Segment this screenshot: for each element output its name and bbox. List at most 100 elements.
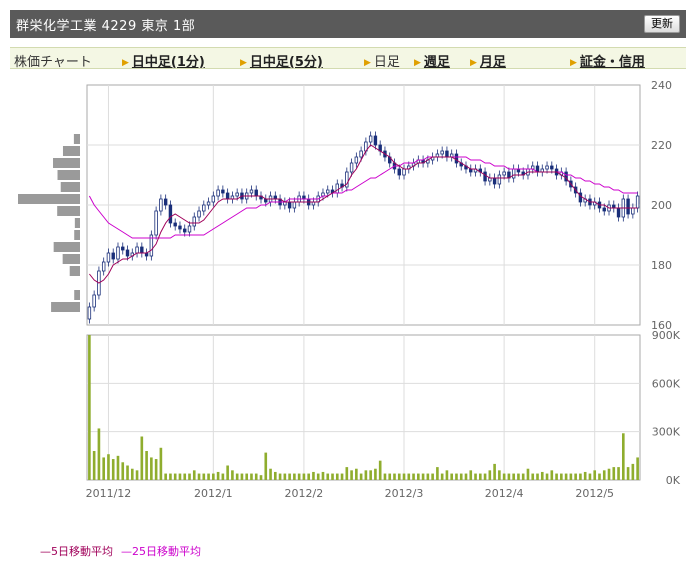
volume-bar <box>626 467 630 480</box>
volume-bar <box>350 470 353 480</box>
volume-bar <box>302 473 306 480</box>
volume-bar <box>135 470 139 480</box>
candle-body <box>602 207 606 212</box>
candle-body <box>225 192 230 200</box>
volume-by-price-profile <box>18 134 80 312</box>
candle-body <box>87 306 92 320</box>
candle-body <box>202 204 206 212</box>
volume-bar <box>192 470 196 480</box>
chart-legend: —5日移動平均 —25日移動平均 <box>40 543 209 559</box>
profile-bar <box>57 170 80 180</box>
volume-bar <box>397 473 401 480</box>
candle-body <box>445 150 449 158</box>
volume-bar <box>440 473 444 480</box>
volume-bar <box>116 455 120 480</box>
volume-bar <box>283 473 287 480</box>
volume-bar <box>240 473 244 480</box>
volume-bar <box>88 335 91 480</box>
volume-bar <box>393 473 396 480</box>
candle-body <box>125 249 130 257</box>
candle-body <box>454 153 459 164</box>
volume-bar <box>602 470 606 480</box>
candle-body <box>402 168 406 176</box>
volume-bar <box>555 473 558 480</box>
volume-bar <box>121 462 125 480</box>
profile-bar <box>74 230 80 240</box>
volume-bar <box>316 473 320 480</box>
volume-bar <box>493 463 496 480</box>
volume-bar <box>273 471 277 480</box>
volume-bar <box>264 452 268 480</box>
profile-bar <box>73 134 80 144</box>
candle-body <box>397 168 401 176</box>
volume-bar <box>531 473 535 480</box>
candle-body <box>368 135 373 143</box>
volume-bar <box>111 459 115 480</box>
candle-body <box>550 165 554 170</box>
candle-body <box>183 228 187 233</box>
volume-bar <box>297 473 301 480</box>
volume-bar <box>459 473 463 480</box>
x-tick-label: 2012/4 <box>485 487 524 500</box>
candle-body <box>349 162 354 173</box>
legend-label: 5日移動平均 <box>51 545 113 558</box>
x-tick-label: 2012/3 <box>385 487 424 500</box>
volume-bar <box>378 460 382 480</box>
volume-bar <box>288 473 291 480</box>
candle-body <box>154 210 158 236</box>
candle-body <box>373 135 378 146</box>
volume-bar <box>431 473 434 480</box>
legend-item-1: —25日移動平均 <box>121 545 201 558</box>
x-tick-label: 2012/2 <box>285 487 324 500</box>
volume-bar <box>231 470 234 480</box>
volume-bar <box>226 465 229 480</box>
volume-bar <box>583 471 587 480</box>
volume-bar <box>588 473 592 480</box>
volume-bar <box>464 473 468 480</box>
candle-body <box>187 225 192 233</box>
volume-bar <box>369 470 372 480</box>
volume-bar <box>536 473 539 480</box>
volume-tick-label: 300K <box>652 426 681 439</box>
legend-label: 25日移動平均 <box>132 545 201 558</box>
volume-bar <box>188 473 191 480</box>
candle-body <box>140 246 144 254</box>
x-tick-label: 2012/5 <box>575 487 614 500</box>
volume-bar <box>502 473 506 480</box>
volume-bar <box>488 470 492 480</box>
volume-bar <box>631 463 635 480</box>
volume-bar <box>245 473 249 480</box>
volume-bar <box>107 454 110 480</box>
volume-bar <box>197 473 201 480</box>
volume-bar <box>478 473 482 480</box>
candle-body <box>497 174 502 185</box>
volume-bar <box>374 468 377 480</box>
profile-bar <box>18 194 80 204</box>
profile-bar <box>74 290 80 300</box>
volume-bar <box>598 473 601 480</box>
volume-bar <box>293 473 296 480</box>
volume-bar <box>593 470 597 480</box>
profile-bar <box>60 182 80 192</box>
candle-body <box>631 207 635 215</box>
volume-bar <box>364 470 368 480</box>
profile-bar <box>53 158 80 168</box>
price-tick-label: 180 <box>651 259 672 272</box>
volume-bar <box>140 436 144 480</box>
volume-bar <box>178 473 182 480</box>
volume-bar <box>517 473 520 480</box>
volume-bar <box>355 468 358 480</box>
volume-bar <box>159 447 163 480</box>
volume-bar <box>340 473 344 480</box>
volume-bar <box>569 473 573 480</box>
volume-bar <box>278 473 282 480</box>
volume-bar <box>164 473 167 480</box>
volume-bar <box>636 457 639 480</box>
volume-bar <box>436 467 439 480</box>
candle-body <box>249 189 254 194</box>
volume-bar <box>579 473 582 480</box>
volume-bar <box>402 473 406 480</box>
candle-body <box>292 201 297 209</box>
volume-bar <box>617 467 620 480</box>
price-tick-label: 220 <box>651 139 672 152</box>
